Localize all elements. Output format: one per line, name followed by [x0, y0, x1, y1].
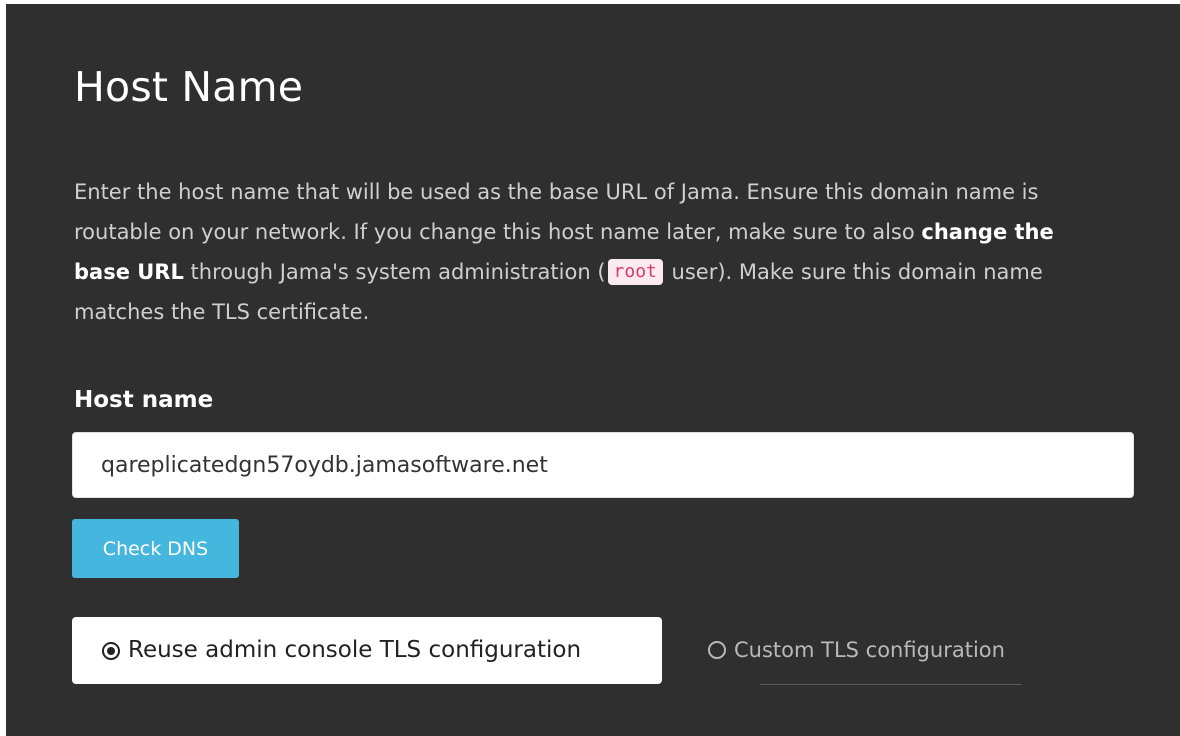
- section-title: Host Name: [74, 63, 304, 111]
- description-text-1: Enter the host name that will be used as…: [74, 180, 1039, 244]
- host-name-label: Host name: [74, 387, 214, 413]
- tls-option-reuse-label: Reuse admin console TLS configuration: [128, 637, 582, 663]
- tls-option-reuse[interactable]: Reuse admin console TLS configuration: [72, 617, 662, 684]
- radio-checked-icon: [102, 641, 120, 660]
- description-text-2: through Jama's system administration (: [183, 260, 606, 284]
- tls-option-custom[interactable]: Custom TLS configuration: [708, 628, 1005, 672]
- tls-option-custom-label: Custom TLS configuration: [734, 637, 1005, 662]
- host-name-input[interactable]: [72, 432, 1134, 498]
- divider: [760, 684, 1022, 685]
- radio-unchecked-icon: [708, 641, 726, 659]
- host-name-panel: Host Name Enter the host name that will …: [6, 4, 1180, 736]
- section-description: Enter the host name that will be used as…: [74, 172, 1104, 332]
- check-dns-button[interactable]: Check DNS: [72, 519, 239, 578]
- root-code-chip: root: [607, 259, 663, 285]
